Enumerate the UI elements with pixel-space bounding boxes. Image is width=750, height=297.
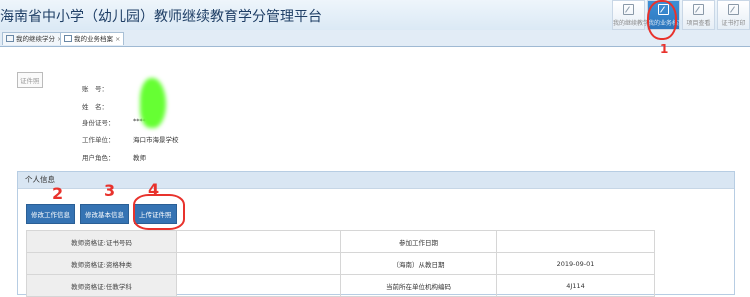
annotation-number: 1 <box>660 42 669 56</box>
id-number-label: 身份证号： <box>82 119 115 127</box>
cell-value <box>176 230 341 253</box>
info-table: 教师资格证:证书号码 参加工作日期 教师资格证:资格种类 （海南）从教日期 20… <box>26 230 655 297</box>
cell-value <box>496 230 655 253</box>
tab-icon <box>6 35 14 42</box>
annotation-number: 2 <box>52 184 64 203</box>
edit-icon <box>693 4 704 15</box>
role-label: 用户角色： <box>82 154 115 162</box>
toolbar-label: 项目查看 <box>686 20 711 27</box>
edit-basic-info-button[interactable]: 修改基本信息 <box>80 204 129 224</box>
edit-icon <box>623 4 634 15</box>
table-row: 教师资格证:任教学科 当前所在单位机构编码 4J114 <box>26 274 655 297</box>
cell-value <box>176 252 341 275</box>
annotation-number: 4 <box>148 180 160 199</box>
toolbar-label: 我的继续教学分 <box>613 20 656 27</box>
annotation-number: 3 <box>104 181 116 200</box>
annotation-circle <box>647 0 677 40</box>
tab-label: 我的继续学分 <box>16 35 55 43</box>
role-value: 教师 <box>133 154 146 162</box>
cell-value: 2019-09-01 <box>496 252 655 275</box>
cell-label: （海南）从教日期 <box>340 252 497 275</box>
toolbar-label: 证书打印 <box>721 20 746 27</box>
cell-value: 4J114 <box>496 274 655 297</box>
app-header: 海南省中小学（幼儿园）教师继续教育学分管理平台 我的继续教学分 我的业务档案 项… <box>0 0 750 30</box>
cell-label: 教师资格证:任教学科 <box>26 274 177 297</box>
profile-photo: 证件照 <box>17 72 43 88</box>
tab-icon <box>64 35 72 42</box>
toolbar-credits-button[interactable]: 我的继续教学分 <box>612 0 656 30</box>
close-icon[interactable]: × <box>115 35 120 43</box>
tab-my-credits[interactable]: 我的继续学分× <box>2 32 67 45</box>
cell-label: 当前所在单位机构编码 <box>340 274 497 297</box>
redaction-mark <box>140 78 166 128</box>
cell-label: 教师资格证:证书号码 <box>26 230 177 253</box>
account-label: 账 号： <box>82 85 108 93</box>
tab-bar: 我的继续学分× 我的业务档案× <box>0 30 750 47</box>
toolbar-print-button[interactable]: 证书打印 <box>717 0 750 30</box>
workplace-label: 工作单位： <box>82 136 115 144</box>
table-row: 教师资格证:证书号码 参加工作日期 <box>26 230 655 253</box>
toolbar-projects-button[interactable]: 项目查看 <box>682 0 715 30</box>
name-label: 姓 名： <box>82 103 108 111</box>
cell-value <box>176 274 341 297</box>
cell-label: 教师资格证:资格种类 <box>26 252 177 275</box>
workplace-value: 海口市海景学校 <box>133 136 179 144</box>
table-row: 教师资格证:资格种类 （海南）从教日期 2019-09-01 <box>26 252 655 275</box>
panel-title: 个人信息 <box>18 172 734 189</box>
tab-my-archive[interactable]: 我的业务档案 × <box>60 32 125 45</box>
app-title: 海南省中小学（幼儿园）教师继续教育学分管理平台 <box>0 9 322 25</box>
edit-icon <box>728 4 739 15</box>
annotation-circle <box>133 194 185 230</box>
cell-label: 参加工作日期 <box>340 230 497 253</box>
tab-label: 我的业务档案 <box>74 35 113 43</box>
edit-work-info-button[interactable]: 修改工作信息 <box>26 204 75 224</box>
